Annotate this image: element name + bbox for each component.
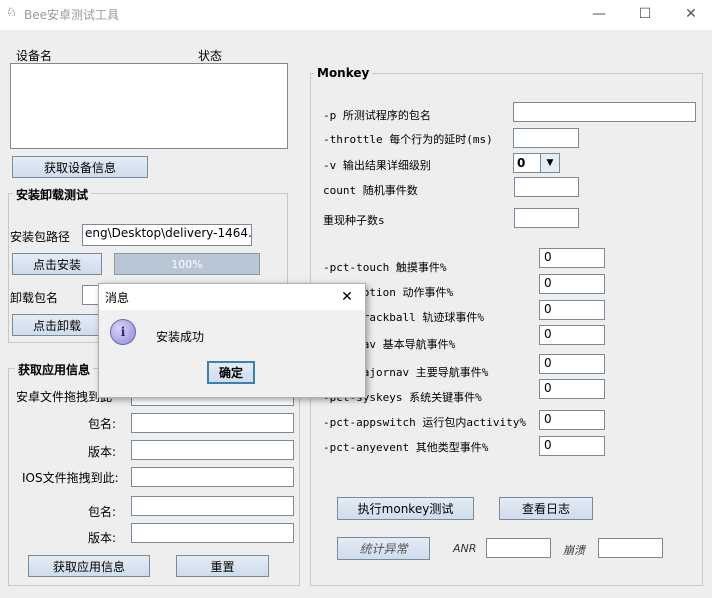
android-package-label: 包名: [88,417,117,431]
apk-path-label: 安装包路径 [10,230,71,244]
dialog-ok-button[interactable]: 确定 [207,361,255,384]
stats-exception-button[interactable]: 统计异常 [337,537,430,560]
app-icon: ♘ [6,5,17,19]
dialog-title-bar: 消息 ✕ [99,284,365,310]
throttle-param-input[interactable] [513,128,579,148]
dialog-title: 消息 [105,291,130,305]
device-status-header: 状态 [198,49,223,63]
count-param-input[interactable] [514,177,579,197]
window-title: Bee安卓测试工具 [24,8,119,22]
message-dialog: 消息 ✕ i 安装成功 确定 [98,283,366,398]
pct-trackball-input[interactable]: 0 [539,300,605,320]
count-param-label: count 随机事件数 [323,184,418,197]
pct-appswitch-input[interactable]: 0 [539,410,605,430]
pct-majornav-input[interactable]: 0 [539,354,605,374]
verbose-param-label: -v 输出结果详细级别 [323,159,431,172]
seed-param-input[interactable] [514,208,579,228]
run-monkey-button[interactable]: 执行monkey测试 [337,497,474,520]
verbose-level-select[interactable]: 0 ▼ [513,153,560,173]
ios-version-field[interactable] [131,523,294,543]
crash-count-field [598,538,663,558]
uninstall-button[interactable]: 点击卸载 [12,314,102,336]
pct-syskeys-input[interactable]: 0 [539,379,605,399]
android-version-label: 版本: [88,445,117,459]
apk-path-input[interactable]: eng\Desktop\delivery-1464.apk [82,224,252,246]
install-progress-bar: 100% [114,253,260,275]
dialog-message: 安装成功 [156,330,205,344]
install-button[interactable]: 点击安装 [12,253,102,275]
pct-motion-input[interactable]: 0 [539,274,605,294]
uninstall-label: 卸载包名 [10,291,59,305]
pct-touch-input[interactable]: 0 [539,248,605,268]
pct-anyevent-label: -pct-anyevent 其他类型事件% [323,441,489,454]
close-button[interactable]: ✕ [668,0,712,28]
android-package-field[interactable] [131,413,294,433]
throttle-param-label: -throttle 每个行为的延时(ms) [323,133,493,146]
view-log-button[interactable]: 查看日志 [499,497,593,520]
title-bar: ♘ Bee安卓测试工具 — ☐ ✕ [0,0,712,28]
package-param-input[interactable] [513,102,696,122]
anr-count-field [486,538,551,558]
info-icon: i [110,319,136,345]
device-list[interactable] [10,63,288,149]
seed-param-label: 重现种子数s [323,214,385,227]
chevron-down-icon[interactable]: ▼ [540,154,559,172]
package-param-label: -p 所测试程序的包名 [323,109,431,122]
pct-anyevent-input[interactable]: 0 [539,436,605,456]
pct-nav-input[interactable]: 0 [539,325,605,345]
reset-button[interactable]: 重置 [176,555,269,577]
appinfo-panel-legend: 获取应用信息 [15,361,94,378]
install-panel-legend: 安装卸载测试 [13,186,92,203]
ios-version-label: 版本: [88,531,117,545]
get-device-info-button[interactable]: 获取设备信息 [12,156,148,178]
ios-package-field[interactable] [131,496,294,516]
ios-drop-field[interactable] [131,467,294,487]
dialog-close-button[interactable]: ✕ [335,286,359,308]
maximize-button[interactable]: ☐ [622,0,668,28]
verbose-level-value: 0 [517,156,526,170]
device-name-header: 设备名 [16,49,53,63]
android-version-field[interactable] [131,440,294,460]
minimize-button[interactable]: — [576,0,622,28]
get-app-info-button[interactable]: 获取应用信息 [28,555,150,577]
ios-drop-label: IOS文件拖拽到此: [22,471,119,485]
anr-label: ANR [453,542,477,555]
ios-package-label: 包名: [88,505,117,519]
monkey-panel-legend: Monkey [314,66,373,80]
crash-label: 崩溃 [563,544,585,557]
pct-appswitch-label: -pct-appswitch 运行包内activity% [323,416,526,429]
install-progress-text: 100% [171,257,203,271]
pct-touch-label: -pct-touch 触摸事件% [323,261,447,274]
